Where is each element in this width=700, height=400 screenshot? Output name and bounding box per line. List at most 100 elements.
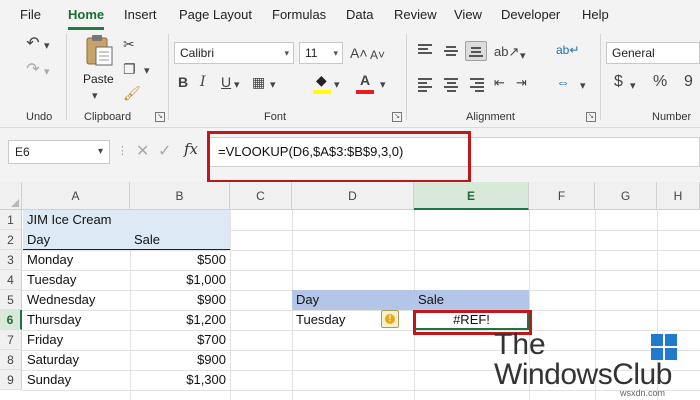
align-center-icon[interactable]	[444, 78, 458, 92]
increase-font-icon[interactable]: A˄	[350, 45, 368, 61]
borders-icon[interactable]: ▦	[252, 74, 265, 90]
align-right-icon[interactable]	[470, 78, 484, 92]
undo-dropdown-icon[interactable]: ▾	[44, 38, 50, 54]
column-header-f[interactable]: F	[529, 182, 595, 210]
cell-day[interactable]: Sunday	[23, 370, 130, 390]
tab-data[interactable]: Data	[346, 7, 373, 22]
align-bottom-button[interactable]	[465, 41, 487, 61]
tab-view[interactable]: View	[454, 7, 482, 22]
increase-indent-icon[interactable]: ⇥	[516, 75, 527, 91]
currency-dropdown-icon[interactable]: ▾	[630, 78, 636, 94]
cell-day[interactable]: Saturday	[23, 350, 130, 370]
paste-dropdown-icon[interactable]: ▾	[92, 88, 98, 104]
comma-format-button[interactable]: 9	[684, 74, 693, 90]
column-header-e[interactable]: E	[414, 182, 529, 210]
cell-sale[interactable]: $900	[130, 350, 230, 370]
cell-sale[interactable]: $1,000	[130, 270, 230, 290]
cell-day[interactable]: Wednesday	[23, 290, 130, 310]
redo-dropdown-icon[interactable]: ▾	[44, 64, 50, 80]
cell-day[interactable]: Tuesday	[23, 270, 130, 290]
column-header-b[interactable]: B	[130, 182, 230, 210]
paste-label[interactable]: Paste	[83, 72, 114, 86]
format-painter-icon[interactable]: 🖌	[123, 85, 141, 101]
clipboard-launcher-icon[interactable]: ↘	[155, 112, 165, 122]
row-header-2[interactable]: 2	[0, 230, 22, 250]
row-header-4[interactable]: 4	[0, 270, 22, 290]
row-header-6[interactable]: 6	[0, 310, 22, 330]
cell-sale[interactable]: $900	[130, 290, 230, 310]
font-name-select[interactable]: Calibri ▾	[174, 42, 294, 64]
name-box[interactable]: E6 ▾	[8, 140, 110, 164]
align-left-icon[interactable]	[418, 78, 432, 92]
percent-format-button[interactable]: %	[653, 74, 667, 90]
cell-d5-header[interactable]: Day	[292, 290, 414, 310]
cell-sale[interactable]: $1,200	[130, 310, 230, 330]
row-header-8[interactable]: 8	[0, 350, 22, 370]
align-middle-icon[interactable]	[444, 46, 458, 58]
more-options-icon[interactable]: ⋮	[117, 144, 128, 157]
column-header-c[interactable]: C	[230, 182, 292, 210]
cell-b2-header[interactable]: Sale	[130, 230, 230, 250]
wrap-text-icon[interactable]: ab↵	[556, 42, 579, 58]
underline-dropdown-icon[interactable]: ▾	[234, 77, 240, 93]
cell-sale[interactable]: $500	[130, 250, 230, 270]
borders-dropdown-icon[interactable]: ▾	[270, 77, 276, 93]
tab-file[interactable]: File	[20, 7, 41, 22]
column-header-g[interactable]: G	[595, 182, 657, 210]
row-header-1[interactable]: 1	[0, 210, 22, 230]
bold-button[interactable]: B	[178, 74, 188, 90]
orientation-icon[interactable]: ab↗	[494, 44, 519, 60]
font-launcher-icon[interactable]: ↘	[392, 112, 402, 122]
decrease-font-icon[interactable]: A˅	[370, 47, 385, 63]
cut-icon[interactable]: ✂	[123, 36, 135, 52]
column-header-a[interactable]: A	[22, 182, 130, 210]
row-header-5[interactable]: 5	[0, 290, 22, 310]
redo-icon[interactable]: ↷	[24, 62, 42, 78]
cell-a1-title[interactable]: JIM Ice Cream	[23, 210, 230, 230]
cancel-icon[interactable]: ✕	[136, 141, 149, 161]
number-format-select[interactable]: General	[606, 42, 700, 64]
tab-home[interactable]: Home	[68, 7, 104, 22]
enter-icon[interactable]: ✓	[158, 141, 171, 161]
worksheet-grid[interactable]: A B C D E F G H 1 2 3 4 5 6 7 8 9 JIM Ic…	[0, 182, 700, 400]
font-color-icon[interactable]: A	[360, 72, 370, 88]
error-warning-button[interactable]: !	[381, 310, 399, 328]
tab-help[interactable]: Help	[582, 7, 609, 22]
row-header-7[interactable]: 7	[0, 330, 22, 350]
fill-color-dropdown-icon[interactable]: ▾	[334, 77, 340, 93]
tab-insert[interactable]: Insert	[124, 7, 157, 22]
tab-developer[interactable]: Developer	[501, 7, 560, 22]
cell-day[interactable]: Monday	[23, 250, 130, 270]
tab-page-layout[interactable]: Page Layout	[179, 7, 252, 22]
copy-icon[interactable]: ❐	[123, 61, 136, 77]
font-color-dropdown-icon[interactable]: ▾	[380, 77, 386, 93]
currency-format-button[interactable]: $	[614, 74, 623, 90]
alignment-launcher-icon[interactable]: ↘	[586, 112, 596, 122]
cell-a2-header[interactable]: Day	[23, 230, 130, 250]
decrease-indent-icon[interactable]: ⇤	[494, 75, 505, 91]
cell-day[interactable]: Friday	[23, 330, 130, 350]
cell-sale[interactable]: $700	[130, 330, 230, 350]
row-header-3[interactable]: 3	[0, 250, 22, 270]
merge-dropdown-icon[interactable]: ▾	[580, 78, 586, 94]
formula-input[interactable]: =VLOOKUP(D6,$A$3:$B$9,3,0)	[207, 137, 700, 167]
paste-icon[interactable]	[84, 34, 114, 68]
font-size-select[interactable]: 11 ▾	[299, 42, 343, 64]
merge-center-icon[interactable]: ⇔	[556, 74, 570, 90]
align-top-icon[interactable]	[418, 44, 432, 56]
select-all-button[interactable]	[0, 182, 22, 210]
undo-icon[interactable]: ↶	[24, 36, 42, 52]
tab-review[interactable]: Review	[394, 7, 437, 22]
row-header-9[interactable]: 9	[0, 370, 22, 390]
orientation-dropdown-icon[interactable]: ▾	[520, 48, 526, 64]
copy-dropdown-icon[interactable]: ▾	[144, 63, 150, 79]
column-header-h[interactable]: H	[657, 182, 700, 210]
fill-color-icon[interactable]: ◆	[316, 72, 327, 88]
cell-sale[interactable]: $1,300	[130, 370, 230, 390]
underline-button[interactable]: U	[221, 74, 231, 90]
italic-button[interactable]: I	[200, 74, 206, 90]
cell-e5-header[interactable]: Sale	[414, 290, 529, 310]
column-header-d[interactable]: D	[292, 182, 414, 210]
cell-d6-lookup-day[interactable]: Tuesday	[292, 310, 382, 330]
cell-day[interactable]: Thursday	[23, 310, 130, 330]
